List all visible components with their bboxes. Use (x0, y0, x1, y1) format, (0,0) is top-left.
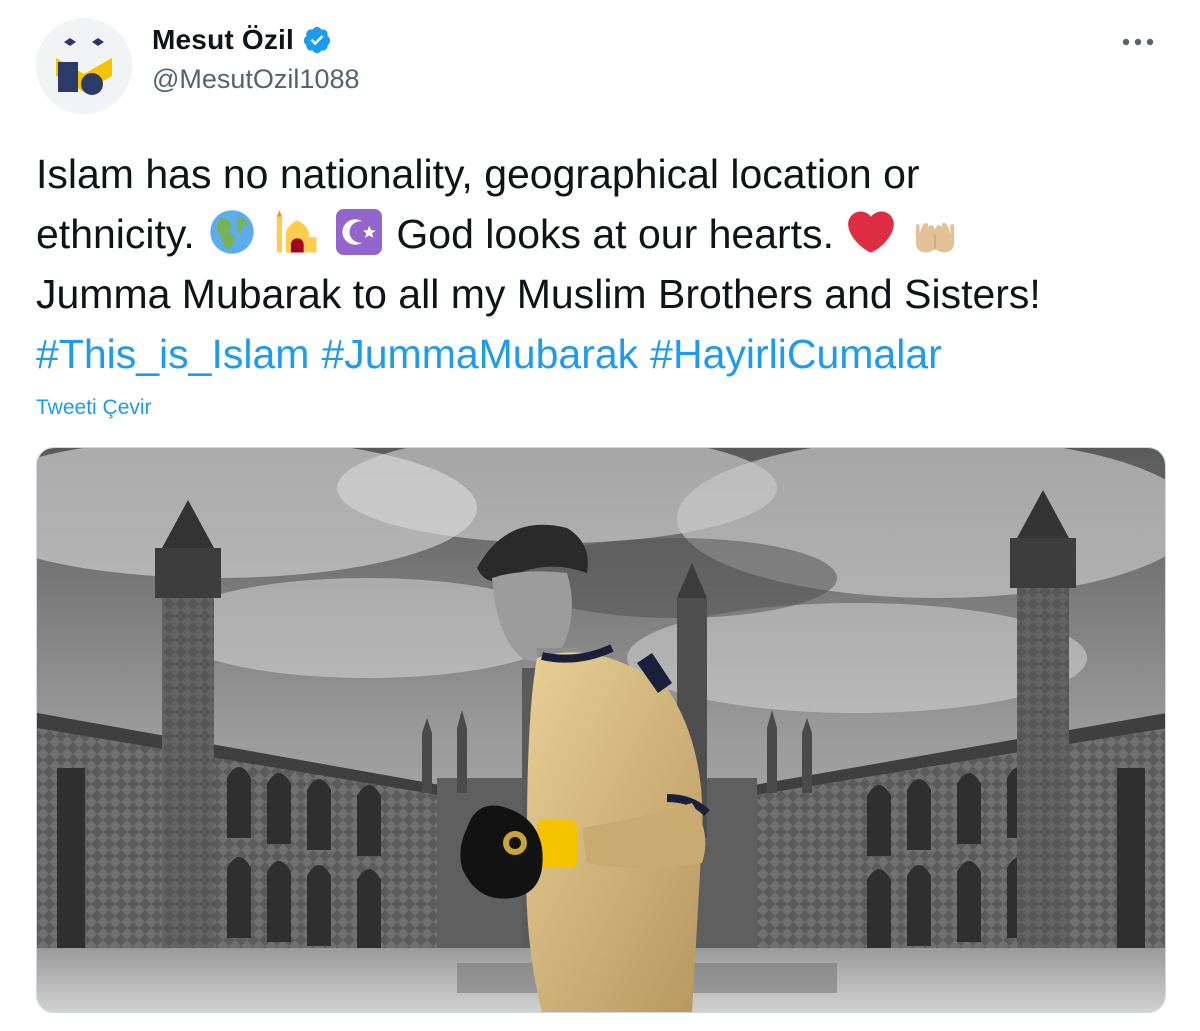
tweet-card: Mesut Özil @MesutOzil1088 Islam has no n… (0, 0, 1200, 1031)
tweet-text-line-3: Jumma Mubarak to all my Muslim Brothers … (36, 271, 1041, 317)
m10-logo-icon (36, 18, 132, 114)
hashtag-this-is-islam[interactable]: #This_is_Islam (36, 331, 309, 377)
avatar[interactable] (36, 18, 132, 114)
tweet-text-line-1: Islam has no nationality, geographical l… (36, 151, 920, 197)
tweet-text: Islam has no nationality, geographical l… (36, 144, 1176, 384)
star-and-crescent-icon (335, 209, 382, 255)
more-options-button[interactable] (1116, 24, 1160, 60)
display-name[interactable]: Mesut Özil (152, 24, 294, 56)
palms-up-together-icon (915, 223, 954, 253)
tweet-text-line-2: ethnicity. God looks at our hearts. (36, 204, 1176, 264)
user-name-row[interactable]: Mesut Özil (152, 24, 332, 56)
tweet-text-line-2a: ethnicity. (36, 211, 195, 257)
hashtag-jumma-mubarak[interactable]: #JummaMubarak (321, 331, 638, 377)
globe-americas-icon (210, 210, 254, 254)
translate-tweet-link[interactable]: Tweeti Çevir (36, 396, 152, 420)
photo-mosque-player-icon (37, 448, 1165, 1012)
user-handle[interactable]: @MesutOzil1088 (152, 64, 360, 95)
tweet-media-photo[interactable] (36, 447, 1166, 1013)
hashtags: #This_is_Islam #JummaMubarak #HayirliCumal… (36, 324, 1176, 384)
hashtag-hayirli-cumalar[interactable]: #HayirliCumalar (650, 331, 942, 377)
red-heart-icon (848, 211, 895, 253)
tweet-text-line-2b: God looks at our hearts. (396, 211, 834, 257)
verified-badge-icon (303, 26, 331, 54)
mosque-icon (276, 210, 317, 253)
more-horizontal-icon (1122, 38, 1154, 46)
